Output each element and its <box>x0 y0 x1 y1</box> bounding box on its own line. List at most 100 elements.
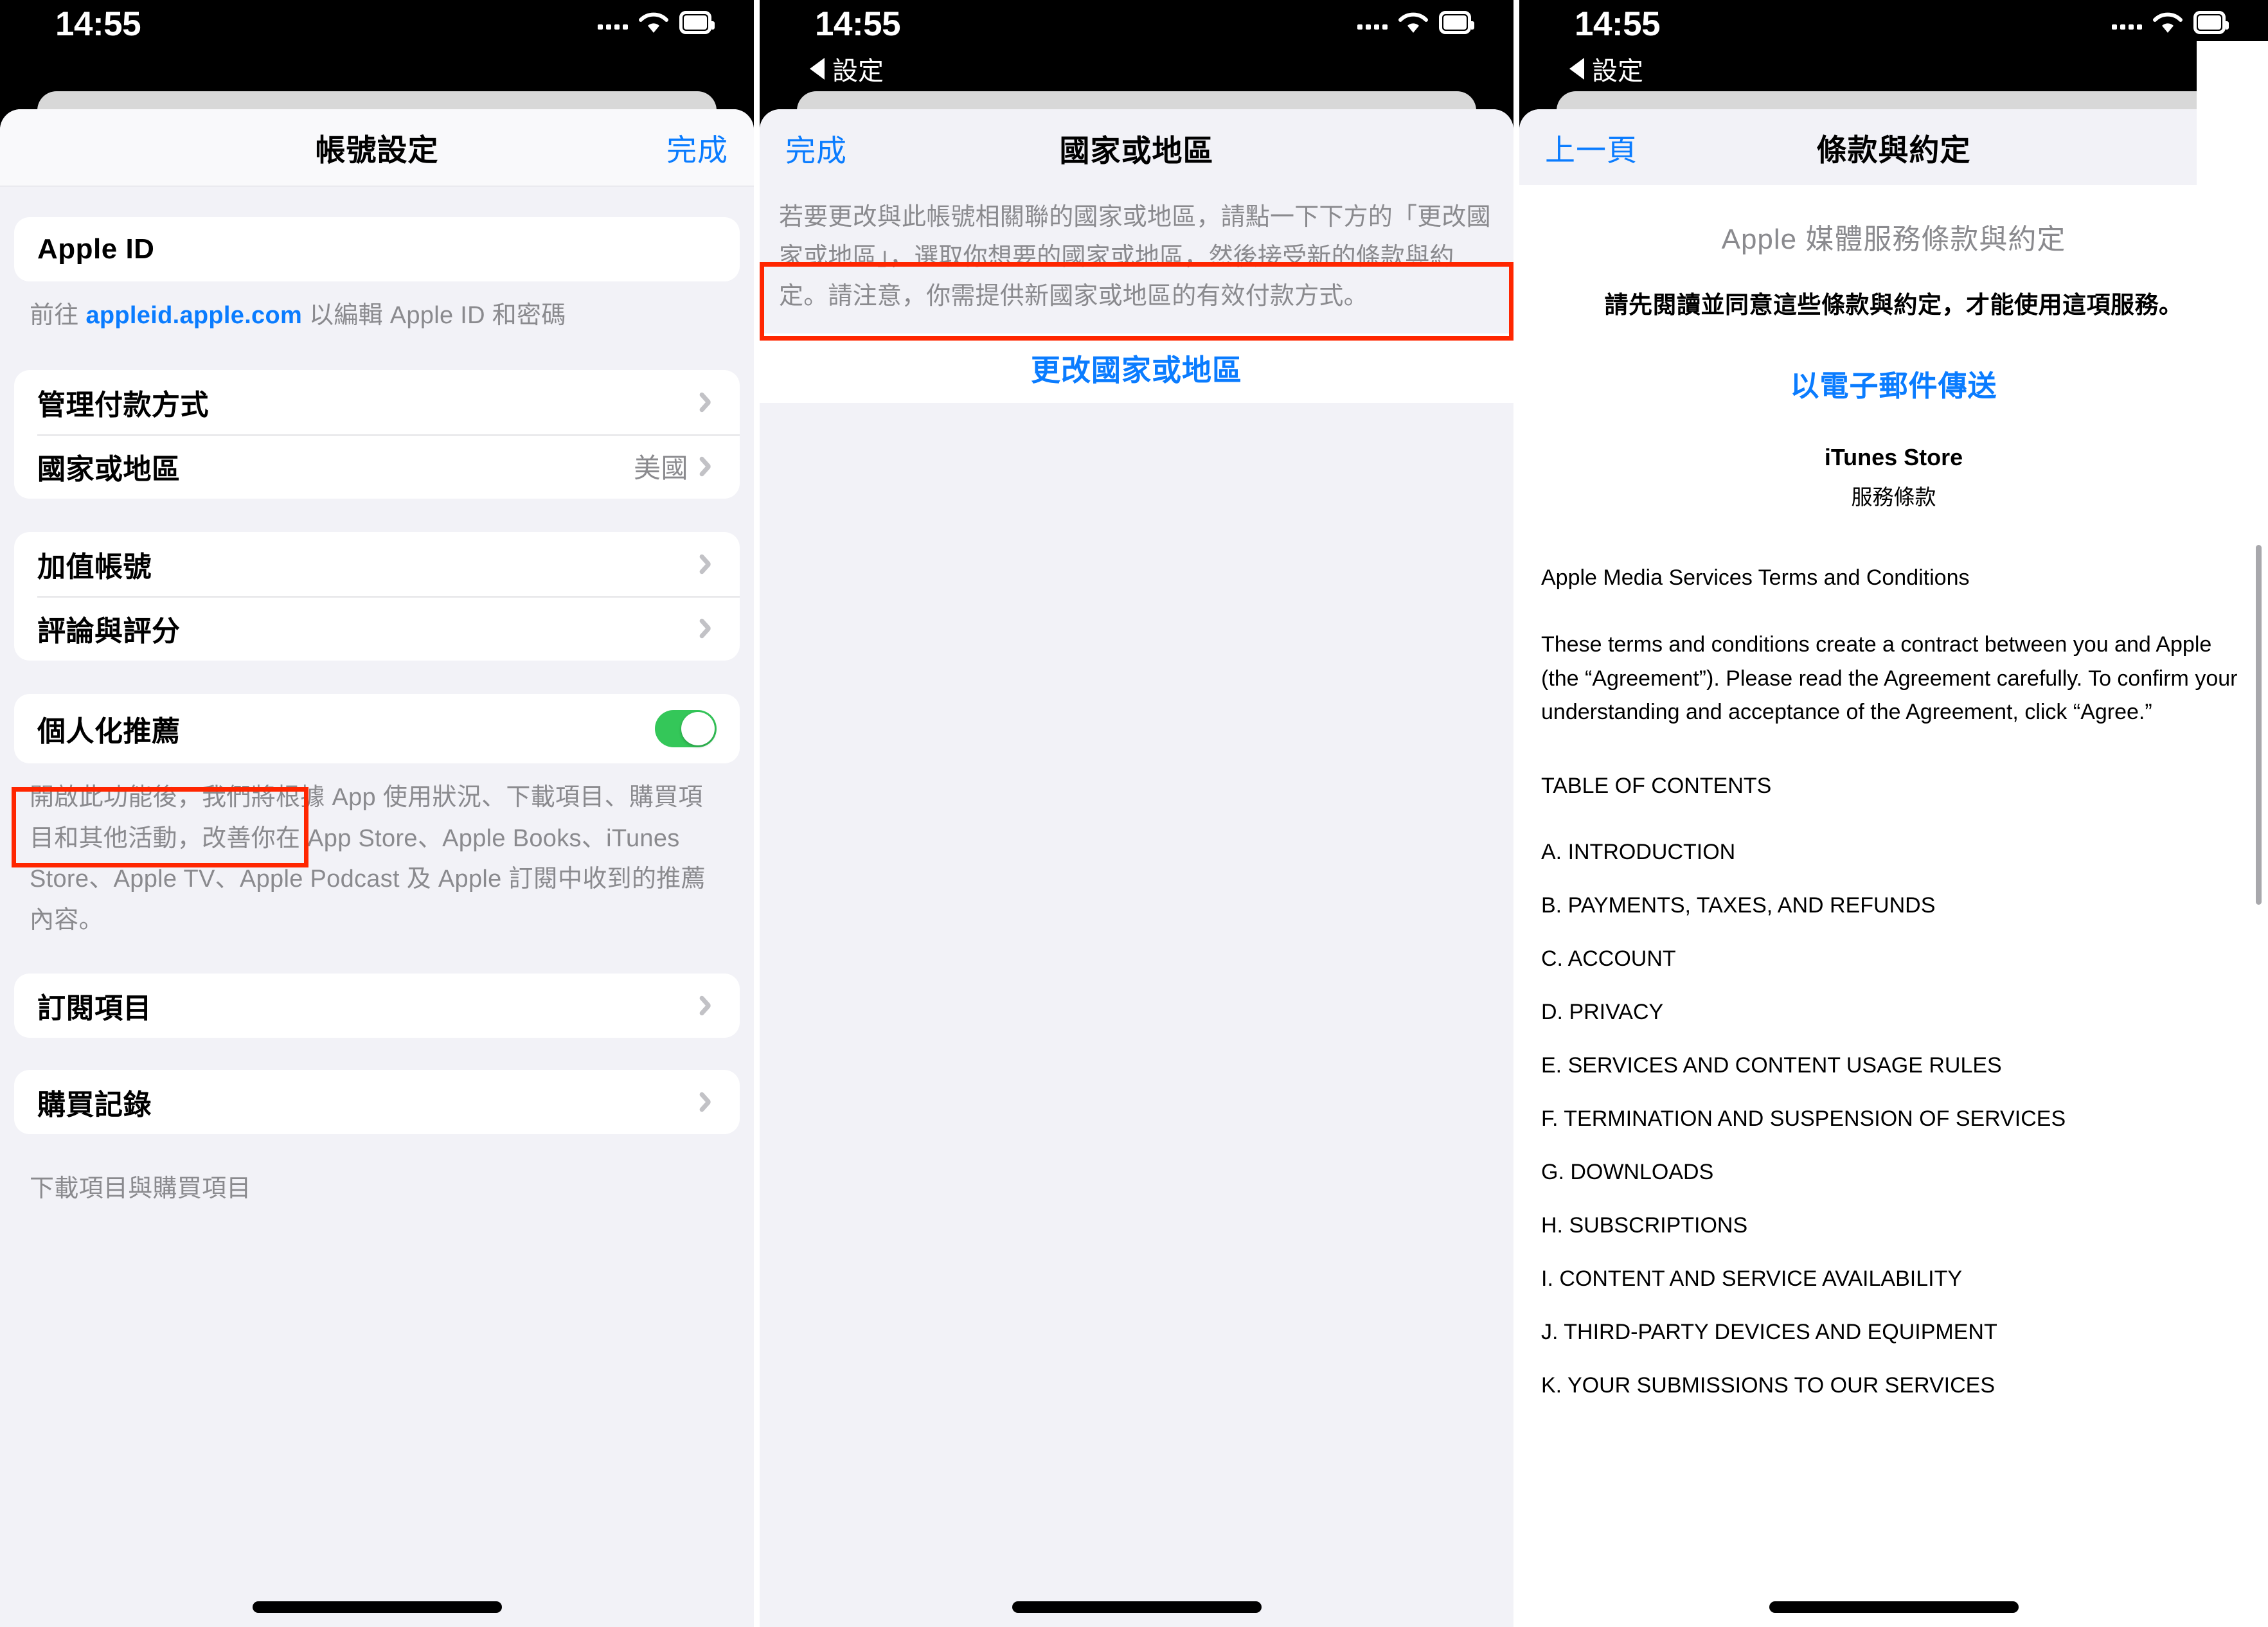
row-country-or-region[interactable]: 國家或地區 美國 <box>14 434 740 499</box>
country-region-sheet: 國家或地區 完成 若要更改與此帳號相關聯的國家或地區，請點一下下方的「更改國家或… <box>760 109 1513 1627</box>
nav-bar-terms: 條款與約定 上一頁 <box>1519 109 2268 185</box>
row-label: 國家或地區 <box>37 453 181 485</box>
page-title: 帳號設定 <box>315 133 439 167</box>
change-country-region-button[interactable]: 更改國家或地區 <box>760 333 1513 403</box>
cellular-signal-icon <box>1357 15 1388 30</box>
row-value-country: 美國 <box>633 453 688 484</box>
account-settings-sheet: 帳號設定 完成 Apple ID 前往 appleid.apple.com 以編… <box>0 109 754 1627</box>
toc-item[interactable]: K. YOUR SUBMISSIONS TO OUR SERVICES <box>1541 1373 2246 1398</box>
personalized-recommendations-toggle[interactable] <box>655 709 717 747</box>
terms-section-title: Apple Media Services Terms and Condition… <box>1541 565 1970 590</box>
terms-heading: Apple 媒體服務條款與約定 <box>1721 224 2066 255</box>
toc-item[interactable]: I. CONTENT AND SERVICE AVAILABILITY <box>1541 1267 2246 1292</box>
battery-icon <box>1439 11 1474 34</box>
wifi-icon <box>639 12 668 33</box>
back-triangle-icon <box>810 58 825 80</box>
battery-icon <box>679 11 715 34</box>
phone-panel-account-settings: 14:55 帳號設定 完成 Apple ID 前往 appleid.apple.… <box>0 0 754 1627</box>
status-bar-3: 14:55 <box>1519 0 2268 45</box>
toc-item[interactable]: E. SERVICES AND CONTENT USAGE RULES <box>1541 1053 2246 1078</box>
store-terms-label: 服務條款 <box>1851 485 1936 509</box>
home-indicator <box>1012 1601 1262 1613</box>
white-overlay-patch <box>2197 41 2268 240</box>
toc-item[interactable]: C. ACCOUNT <box>1541 947 2246 972</box>
vertical-scrollbar[interactable] <box>2256 545 2262 905</box>
chevron-right-icon <box>702 616 717 641</box>
toc-item[interactable]: B. PAYMENTS, TAXES, AND REFUNDS <box>1541 893 2246 918</box>
toc-item[interactable]: H. SUBSCRIPTIONS <box>1541 1213 2246 1238</box>
row-purchase-history[interactable]: 購買記錄 <box>14 1070 740 1134</box>
phone-panel-country-region: 14:55 設定 國家或地區 完成 若要更改與此帳號相關聯的國家或地區，請點一下… <box>760 0 1513 1627</box>
row-label: 購買記錄 <box>37 1089 152 1121</box>
screenshot-stage: 14:55 帳號設定 完成 Apple ID 前往 appleid.apple.… <box>0 0 2268 1627</box>
home-indicator <box>1769 1601 2019 1613</box>
row-reviews-ratings[interactable]: 評論與評分 <box>14 596 740 661</box>
row-accessory <box>702 993 717 1018</box>
home-indicator <box>252 1601 502 1613</box>
row-label: 訂閱項目 <box>37 993 152 1025</box>
personalized-footnote: 開啟此功能後，我們將根據 App 使用狀況、下載項目、購買項目和其他活動，改善你… <box>30 783 706 934</box>
row-personalized-recommendations[interactable]: 個人化推薦 <box>14 694 740 763</box>
nav-bar-account-settings: 帳號設定 完成 <box>0 109 754 186</box>
group-subscriptions: 訂閱項目 <box>14 974 740 1038</box>
status-bar-time: 14:55 <box>815 4 901 43</box>
cellular-signal-icon <box>2112 15 2142 30</box>
toc-item[interactable]: D. PRIVACY <box>1541 1000 2246 1025</box>
toc-item[interactable]: F. TERMINATION AND SUSPENSION OF SERVICE… <box>1541 1107 2246 1132</box>
chevron-right-icon <box>702 993 717 1018</box>
store-name: iTunes Store <box>1824 444 1963 470</box>
status-bar-indicators <box>2112 11 2229 34</box>
row-manage-payment-methods[interactable]: 管理付款方式 <box>14 370 740 434</box>
send-by-email-link[interactable]: 以電子郵件傳送 <box>1541 362 2246 404</box>
status-bar-time: 14:55 <box>1575 4 1661 43</box>
row-accessory <box>702 616 717 641</box>
row-subscriptions[interactable]: 訂閱項目 <box>14 974 740 1038</box>
row-label: 管理付款方式 <box>37 389 209 421</box>
footnote-suffix: 以編輯 Apple ID 和密碼 <box>302 302 566 329</box>
back-chip-label: 設定 <box>832 57 884 85</box>
back-triangle-icon <box>1569 58 1584 80</box>
status-bar-1: 14:55 <box>0 0 754 45</box>
done-button[interactable]: 完成 <box>785 126 847 170</box>
row-apple-id[interactable]: Apple ID <box>14 217 740 281</box>
chevron-right-icon <box>702 390 717 414</box>
nav-bar-country-region: 國家或地區 完成 <box>760 109 1513 186</box>
group-purchase-history: 購買記錄 <box>14 1070 740 1135</box>
status-bar-indicators <box>1357 11 1474 34</box>
battery-icon <box>2193 11 2229 34</box>
phone-panel-terms-conditions: 14:55 設定 條款與約定 上一頁 Apple 媒體服務條款與約定 請先閱讀並… <box>1519 0 2268 1627</box>
row-label: 評論與評分 <box>37 615 181 647</box>
group-personalized-recommendations: 個人化推薦 <box>14 693 740 763</box>
toc-item[interactable]: J. THIRD-PARTY DEVICES AND EQUIPMENT <box>1541 1320 2246 1345</box>
panel-separator-1 <box>754 0 760 1627</box>
row-add-funds[interactable]: 加值帳號 <box>14 532 740 596</box>
done-button[interactable]: 完成 <box>666 125 728 170</box>
row-label: 加值帳號 <box>37 551 152 583</box>
back-to-settings-chip-2[interactable]: 設定 <box>810 50 884 87</box>
terms-document-body: Apple 媒體服務條款與約定 請先閱讀並同意這些條款與約定，才能使用這項服務。… <box>1519 185 2268 1398</box>
back-to-settings-chip-3[interactable]: 設定 <box>1569 50 1643 87</box>
terms-sheet: 條款與約定 上一頁 Apple 媒體服務條款與約定 請先閱讀並同意這些條款與約定… <box>1519 109 2268 1627</box>
status-bar-time: 14:55 <box>55 4 141 43</box>
toc-title: TABLE OF CONTENTS <box>1541 774 1772 799</box>
row-label: 個人化推薦 <box>37 715 181 747</box>
footnote-prefix: 前往 <box>30 302 86 329</box>
toc-item[interactable]: A. INTRODUCTION <box>1541 840 2246 865</box>
terms-document[interactable]: Apple 媒體服務條款與約定 請先閱讀並同意這些條款與約定，才能使用這項服務。… <box>1519 185 2268 1627</box>
back-button[interactable]: 上一頁 <box>1545 125 1638 170</box>
row-accessory <box>702 390 717 414</box>
chevron-right-icon <box>702 1090 717 1114</box>
country-region-description: 若要更改與此帳號相關聯的國家或地區，請點一下下方的「更改國家或地區」，選取你想要… <box>779 204 1491 310</box>
status-bar-2: 14:55 <box>760 0 1513 45</box>
page-title: 國家或地區 <box>1059 133 1214 168</box>
group-payment-country: 管理付款方式 國家或地區 美國 <box>14 369 740 499</box>
wifi-icon <box>1398 12 1428 33</box>
appleid-link[interactable]: appleid.apple.com <box>85 302 302 329</box>
terms-subheading: 請先閱讀並同意這些條款與約定，才能使用這項服務。 <box>1604 292 2183 318</box>
status-bar-indicators <box>598 11 715 34</box>
toc-item[interactable]: G. DOWNLOADS <box>1541 1160 2246 1185</box>
row-accessory: 美國 <box>634 447 717 486</box>
bottom-footnote: 下載項目與購買項目 <box>30 1175 251 1203</box>
panel-separator-2 <box>1513 0 1519 1627</box>
page-title: 條款與約定 <box>1816 132 1971 167</box>
